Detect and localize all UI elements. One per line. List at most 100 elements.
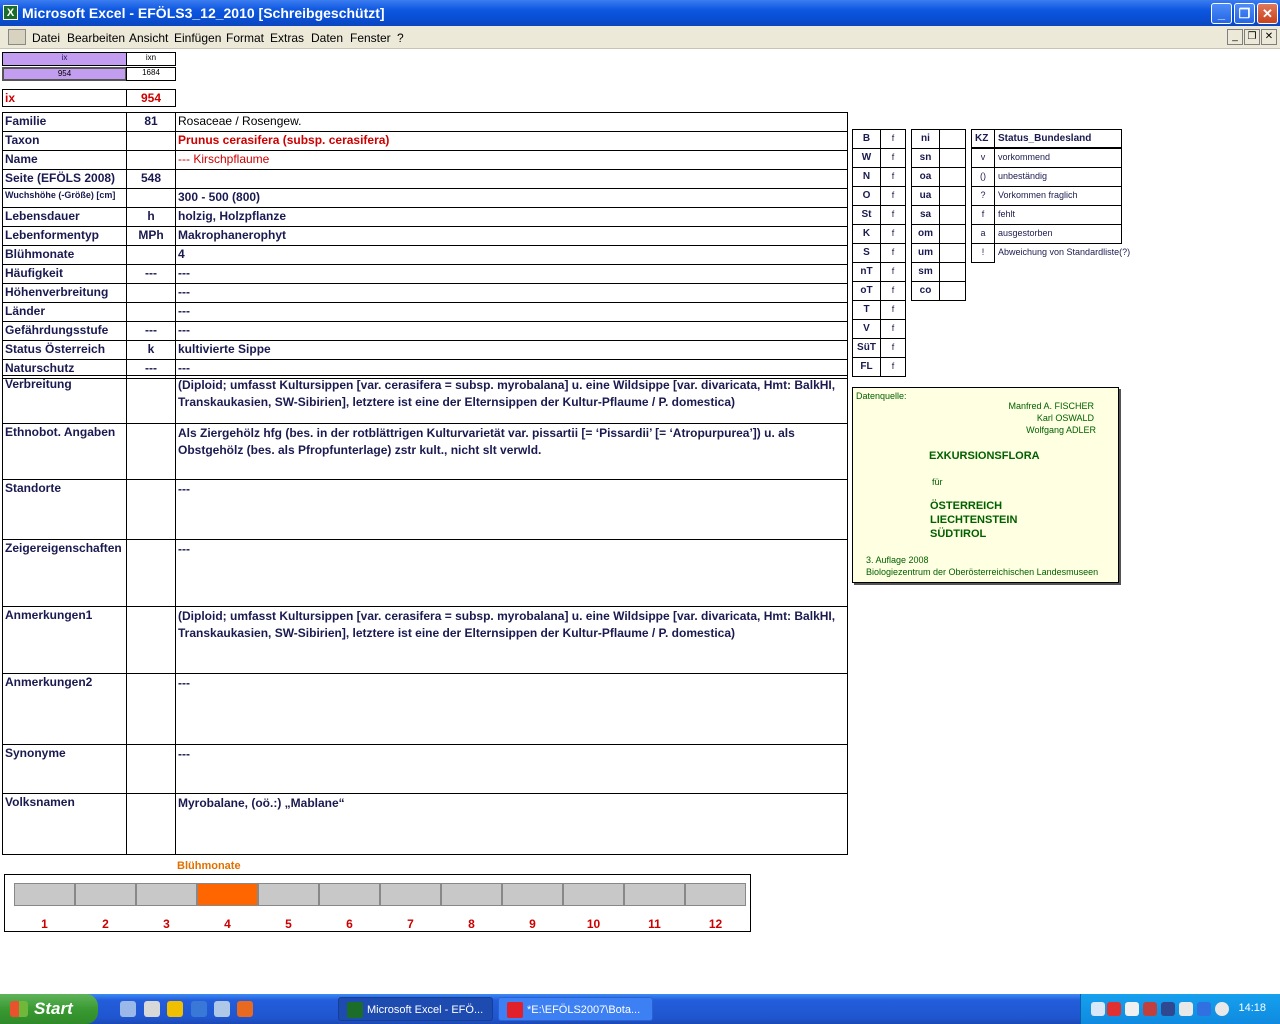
long-field-code[interactable] xyxy=(126,673,176,745)
field-value[interactable]: --- xyxy=(175,302,848,322)
menu-format[interactable]: Format xyxy=(226,31,264,45)
region-code[interactable]: O xyxy=(852,186,881,206)
field-code[interactable] xyxy=(126,188,176,208)
long-field-label[interactable]: Standorte xyxy=(2,479,127,540)
tray-icon-6[interactable] xyxy=(1179,1002,1193,1016)
long-field-value[interactable]: Myrobalane, (oö.:) „Mablane“ xyxy=(175,793,848,855)
altitude-code[interactable]: co xyxy=(911,281,940,301)
field-value[interactable]: Prunus cerasifera (subsp. cerasifera) xyxy=(175,131,848,151)
region-flag[interactable]: f xyxy=(880,148,906,168)
menu-daten[interactable]: Daten xyxy=(311,31,343,45)
restore-button[interactable]: ❐ xyxy=(1234,3,1255,24)
long-field-code[interactable] xyxy=(126,539,176,607)
altitude-code[interactable]: sa xyxy=(911,205,940,225)
field-code[interactable] xyxy=(126,131,176,151)
menu-extras[interactable]: Extras xyxy=(270,31,304,45)
region-code[interactable]: K xyxy=(852,224,881,244)
field-code[interactable]: h xyxy=(126,207,176,227)
record-ix-label[interactable]: ix xyxy=(2,89,127,107)
task-excel[interactable]: Microsoft Excel - EFÖ... xyxy=(338,997,493,1021)
network-icon[interactable] xyxy=(1091,1002,1105,1016)
region-code[interactable]: FL xyxy=(852,357,881,377)
region-flag[interactable]: f xyxy=(880,357,906,377)
region-code[interactable]: St xyxy=(852,205,881,225)
tray-icon-8[interactable] xyxy=(1215,1002,1229,1016)
altitude-code[interactable]: ni xyxy=(911,129,940,149)
long-field-code[interactable] xyxy=(126,423,176,480)
long-field-label[interactable]: Volksnamen xyxy=(2,793,127,855)
field-code[interactable]: 548 xyxy=(126,169,176,189)
field-label[interactable]: Wuchshöhe (-Größe) [cm] xyxy=(2,188,127,208)
menu-help[interactable]: ? xyxy=(397,31,404,45)
field-label[interactable]: Name xyxy=(2,150,127,170)
long-field-label[interactable]: Ethnobot. Angaben xyxy=(2,423,127,480)
region-code[interactable]: nT xyxy=(852,262,881,282)
altitude-code[interactable]: sm xyxy=(911,262,940,282)
field-value[interactable]: 4 xyxy=(175,245,848,265)
ix-value-cell[interactable]: 954 xyxy=(2,67,127,81)
info-icon[interactable] xyxy=(1197,1002,1211,1016)
region-flag[interactable]: f xyxy=(880,319,906,339)
long-field-value[interactable]: Als Ziergehölz hfg (bes. in der rotblätt… xyxy=(175,423,848,480)
field-value[interactable]: 300 - 500 (800) xyxy=(175,188,848,208)
menu-einfuegen[interactable]: Einfügen xyxy=(174,31,221,45)
long-field-value[interactable]: (Diploid; umfasst Kultursippen [var. cer… xyxy=(175,606,848,674)
region-code[interactable]: SüT xyxy=(852,338,881,358)
altitude-value[interactable] xyxy=(939,205,966,225)
long-field-label[interactable]: Anmerkungen1 xyxy=(2,606,127,674)
region-code[interactable]: oT xyxy=(852,281,881,301)
tray-icon-2[interactable] xyxy=(1107,1002,1121,1016)
region-code[interactable]: W xyxy=(852,148,881,168)
field-label[interactable]: Lebensdauer xyxy=(2,207,127,227)
ix-header[interactable]: ix xyxy=(2,52,127,66)
altitude-code[interactable]: um xyxy=(911,243,940,263)
field-value[interactable]: --- Kirschpflaume xyxy=(175,150,848,170)
region-flag[interactable]: f xyxy=(880,281,906,301)
field-code[interactable]: --- xyxy=(126,321,176,341)
long-field-value[interactable]: --- xyxy=(175,673,848,745)
region-flag[interactable]: f xyxy=(880,186,906,206)
long-field-value[interactable]: --- xyxy=(175,744,848,794)
field-value[interactable] xyxy=(175,169,848,189)
altitude-value[interactable] xyxy=(939,243,966,263)
field-code[interactable] xyxy=(126,302,176,322)
field-label[interactable]: Familie xyxy=(2,112,127,132)
field-code[interactable]: MPh xyxy=(126,226,176,246)
region-code[interactable]: V xyxy=(852,319,881,339)
long-field-value[interactable]: (Diploid; umfasst Kultursippen [var. cer… xyxy=(175,375,848,424)
field-code[interactable] xyxy=(126,150,176,170)
region-code[interactable]: T xyxy=(852,300,881,320)
menu-datei[interactable]: Datei xyxy=(32,31,60,45)
quicklaunch-icon-3[interactable] xyxy=(167,1001,183,1017)
long-field-value[interactable]: --- xyxy=(175,479,848,540)
altitude-code[interactable]: ua xyxy=(911,186,940,206)
field-value[interactable]: Makrophanerophyt xyxy=(175,226,848,246)
altitude-value[interactable] xyxy=(939,262,966,282)
region-flag[interactable]: f xyxy=(880,224,906,244)
quicklaunch-icon-5[interactable] xyxy=(214,1001,230,1017)
altitude-value[interactable] xyxy=(939,129,966,149)
long-field-code[interactable] xyxy=(126,744,176,794)
altitude-code[interactable]: oa xyxy=(911,167,940,187)
start-button[interactable]: Start xyxy=(0,994,98,1024)
field-code[interactable]: k xyxy=(126,340,176,360)
quicklaunch-icon-1[interactable] xyxy=(120,1001,136,1017)
region-flag[interactable]: f xyxy=(880,300,906,320)
field-value[interactable]: Rosaceae / Rosengew. xyxy=(175,112,848,132)
ixn-value-cell[interactable]: 1684 xyxy=(126,67,176,81)
firefox-icon[interactable] xyxy=(237,1001,253,1017)
long-field-code[interactable] xyxy=(126,606,176,674)
field-label[interactable]: Häufigkeit xyxy=(2,264,127,284)
field-code[interactable]: --- xyxy=(126,264,176,284)
field-label[interactable]: Lebenformentyp xyxy=(2,226,127,246)
doc-minimize-button[interactable]: _ xyxy=(1227,29,1243,45)
long-field-label[interactable]: Anmerkungen2 xyxy=(2,673,127,745)
field-value[interactable]: kultivierte Sippe xyxy=(175,340,848,360)
menu-bearbeiten[interactable]: Bearbeiten xyxy=(67,31,125,45)
region-flag[interactable]: f xyxy=(880,243,906,263)
field-label[interactable]: Gefährdungsstufe xyxy=(2,321,127,341)
menu-ansicht[interactable]: Ansicht xyxy=(129,31,168,45)
long-field-value[interactable]: --- xyxy=(175,539,848,607)
region-code[interactable]: S xyxy=(852,243,881,263)
menu-fenster[interactable]: Fenster xyxy=(350,31,391,45)
